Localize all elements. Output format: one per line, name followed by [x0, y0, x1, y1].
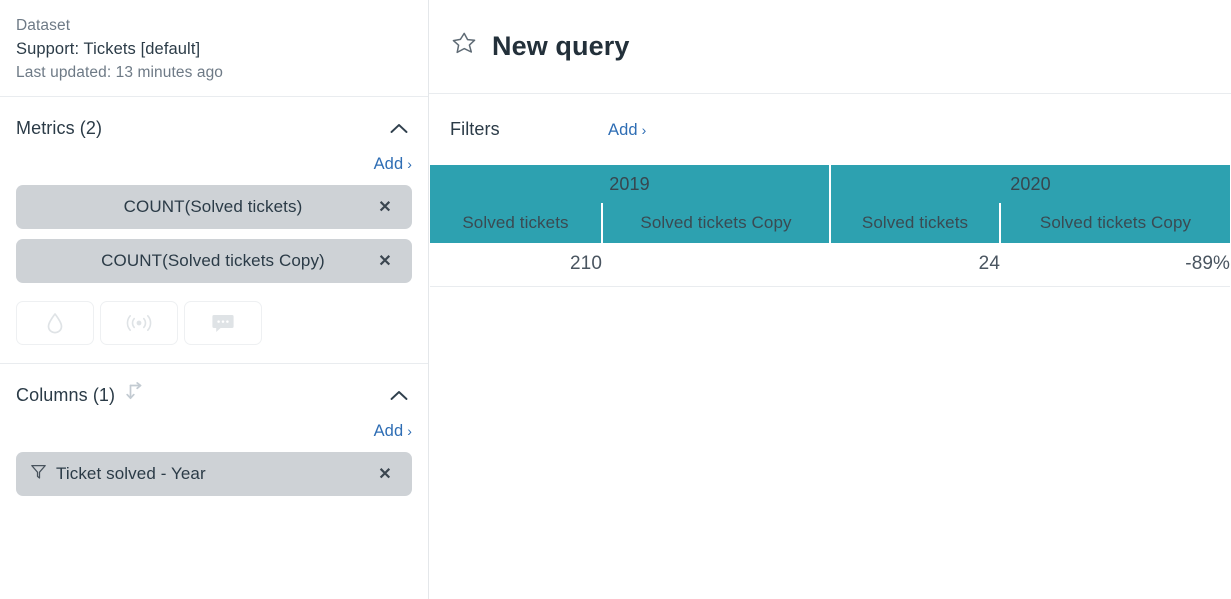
- comment-icon: [212, 314, 234, 332]
- comment-button[interactable]: [184, 301, 262, 345]
- table-cell: 24: [830, 243, 1001, 287]
- metrics-collapse-button[interactable]: [386, 115, 412, 141]
- metric-chip-label: COUNT(Solved tickets): [123, 197, 303, 216]
- query-title: New query: [492, 31, 630, 61]
- chevron-right-icon: ›: [407, 423, 412, 439]
- metric-icon-button-row: [16, 293, 412, 345]
- columns-collapse-button[interactable]: [386, 382, 412, 408]
- droplet-icon: [47, 313, 63, 334]
- chevron-right-icon: ›: [407, 156, 412, 172]
- dataset-label: Dataset: [16, 17, 71, 34]
- table-cell: [602, 243, 831, 287]
- filters-add-label: Add: [608, 120, 638, 139]
- column-group-header[interactable]: 2019: [430, 165, 832, 203]
- dataset-block[interactable]: Dataset Support: Tickets [default] Last …: [0, 0, 428, 97]
- column-header[interactable]: Solved tickets: [430, 203, 603, 243]
- metric-chip[interactable]: COUNT(Solved tickets Copy) ✕: [16, 239, 412, 283]
- columns-add-row: Add ›: [16, 408, 412, 452]
- column-chip-remove-button[interactable]: ✕: [374, 464, 396, 484]
- app-root: Dataset Support: Tickets [default] Last …: [0, 0, 1231, 599]
- pivot-table-head: 2019 2020 Solved tickets Solved tickets …: [430, 165, 1231, 243]
- signal-button[interactable]: [100, 301, 178, 345]
- pivot-column-header-row: Solved tickets Solved tickets Copy Solve…: [430, 203, 1231, 243]
- columns-title: Columns (1): [16, 385, 116, 405]
- column-group-header[interactable]: 2020: [830, 165, 1231, 203]
- columns-header: Columns (1): [16, 381, 412, 409]
- metrics-title: Metrics (2): [16, 118, 103, 138]
- column-chip-label: Ticket solved - Year: [56, 464, 206, 483]
- metrics-add-label: Add: [373, 155, 404, 173]
- swap-arrows-icon[interactable]: [124, 381, 146, 409]
- pivot-group-header-row: 2019 2020: [430, 165, 1231, 203]
- dataset-last-updated: Last updated: 13 minutes ago: [16, 64, 224, 81]
- columns-add-label: Add: [373, 422, 404, 440]
- metric-chip-label: COUNT(Solved tickets Copy): [101, 251, 325, 270]
- filters-label: Filters: [450, 119, 500, 139]
- table-cell: -89%: [1000, 243, 1231, 287]
- query-builder-sidebar: Dataset Support: Tickets [default] Last …: [0, 0, 429, 599]
- column-chip-body: Ticket solved - Year: [30, 463, 374, 485]
- metric-chip-remove-button[interactable]: ✕: [374, 251, 396, 271]
- metrics-title-wrap: Metrics (2): [16, 115, 102, 141]
- main-panel: New query Filters Add › 2019 2020 Solved…: [429, 0, 1231, 599]
- columns-section: Columns (1) Add › Ticket solved - Year ✕: [0, 364, 428, 506]
- columns-add-link[interactable]: Add ›: [374, 420, 412, 442]
- query-header: New query: [429, 0, 1231, 94]
- column-header[interactable]: Solved tickets: [830, 203, 1002, 243]
- table-row: 210 24 -89%: [430, 243, 1231, 287]
- metrics-section: Metrics (2) Add › COUNT(Solved tickets): [0, 97, 428, 364]
- column-header[interactable]: Solved tickets Copy: [1000, 203, 1231, 243]
- table-cell: 210: [430, 243, 602, 287]
- chevron-right-icon: ›: [641, 121, 647, 138]
- column-chip[interactable]: Ticket solved - Year ✕: [16, 452, 412, 496]
- funnel-icon: [30, 463, 47, 485]
- signal-icon: [126, 315, 152, 331]
- metric-chip[interactable]: COUNT(Solved tickets) ✕: [16, 185, 412, 229]
- filters-add-link[interactable]: Add ›: [608, 119, 646, 141]
- chevron-up-icon: [390, 123, 408, 133]
- columns-title-wrap: Columns (1): [16, 381, 146, 409]
- metric-chip-body: COUNT(Solved tickets Copy): [30, 251, 374, 271]
- pivot-table-body: 210 24 -89%: [430, 243, 1231, 287]
- metrics-header: Metrics (2): [16, 115, 412, 141]
- pivot-table: 2019 2020 Solved tickets Solved tickets …: [430, 165, 1231, 287]
- chevron-up-icon: [390, 390, 408, 400]
- star-outline-icon[interactable]: [450, 30, 478, 63]
- metrics-add-link[interactable]: Add ›: [374, 153, 412, 175]
- pivot-table-wrap: 2019 2020 Solved tickets Solved tickets …: [429, 165, 1231, 287]
- filters-bar: Filters Add ›: [429, 94, 1231, 165]
- column-header[interactable]: Solved tickets Copy: [602, 203, 832, 243]
- metric-chip-body: COUNT(Solved tickets): [30, 197, 374, 217]
- dataset-name: Support: Tickets [default]: [16, 40, 201, 58]
- metric-chip-remove-button[interactable]: ✕: [374, 197, 396, 217]
- metrics-add-row: Add ›: [16, 141, 412, 185]
- droplet-button[interactable]: [16, 301, 94, 345]
